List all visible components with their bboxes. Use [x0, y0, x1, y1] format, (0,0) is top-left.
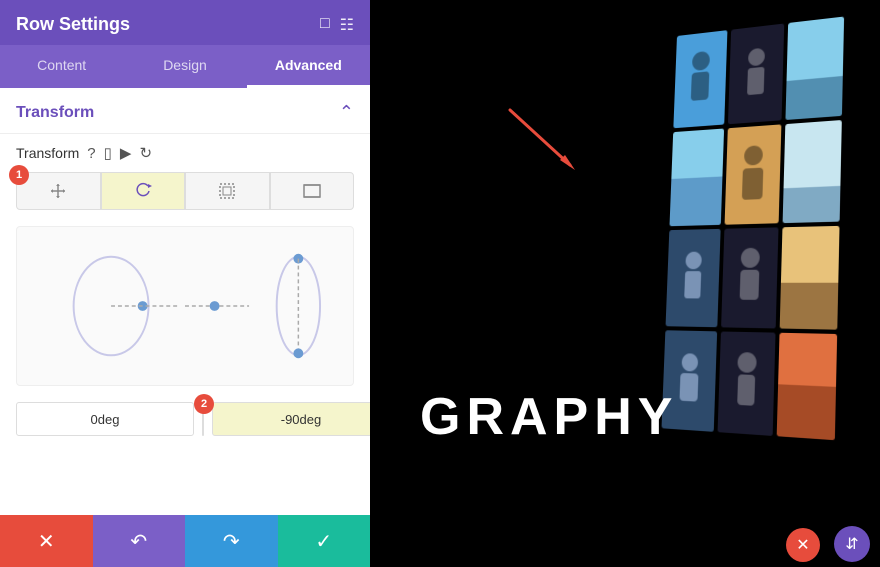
help-icon[interactable]: ?: [87, 145, 95, 162]
panel-content: Transform ⌃ Transform ? ▯ ▶ ↻ 1: [0, 88, 370, 515]
expand-icon[interactable]: □: [320, 15, 330, 35]
badge-2: 2: [194, 394, 214, 414]
scale-button[interactable]: [185, 172, 270, 210]
cancel-button[interactable]: ✕: [0, 515, 93, 567]
transform-label: Transform: [16, 145, 79, 161]
reset-icon[interactable]: ↻: [139, 144, 152, 162]
redo-icon: ↷: [223, 529, 240, 554]
undo-icon: ↶: [130, 529, 147, 554]
photo-cell: [666, 229, 721, 328]
photo-cell: [718, 331, 776, 436]
photo-cell: [669, 128, 724, 226]
panel-title: Row Settings: [16, 14, 130, 35]
resize-icon: ⇵: [845, 534, 858, 554]
photo-cell: [673, 30, 727, 128]
degree-input-y-wrapper: 2: [202, 402, 204, 436]
red-arrow: [490, 100, 590, 185]
badge-1: 1: [9, 165, 29, 185]
degree-input-z[interactable]: [212, 402, 370, 436]
skew-button[interactable]: [270, 172, 355, 210]
header-icons: □ ☷: [320, 15, 354, 35]
photo-cell: [783, 120, 842, 223]
section-title: Transform: [16, 104, 94, 122]
settings-panel: Row Settings □ ☷ Content Design Advanced…: [0, 0, 370, 567]
right-area: GRAPHY: [370, 0, 880, 567]
tab-design[interactable]: Design: [123, 45, 246, 88]
save-button[interactable]: ✓: [278, 515, 371, 567]
photo-grid: [662, 16, 853, 441]
photo-cell: [780, 226, 840, 330]
section-transform: Transform ⌃: [0, 88, 370, 134]
panel-tabs: Content Design Advanced: [0, 45, 370, 88]
degree-input-x[interactable]: [16, 402, 194, 436]
tab-advanced[interactable]: Advanced: [247, 45, 370, 88]
section-collapse-icon[interactable]: ⌃: [339, 102, 354, 123]
graphy-text: GRAPHY: [420, 387, 678, 447]
transform-visual: [16, 226, 354, 386]
transform-controls: Transform ? ▯ ▶ ↻: [0, 134, 370, 168]
rotate-button[interactable]: [101, 172, 186, 210]
check-icon: ✓: [315, 529, 332, 554]
panel-header: Row Settings □ ☷: [0, 0, 370, 45]
close-icon: ✕: [796, 535, 809, 555]
columns-icon[interactable]: ☷: [340, 15, 354, 35]
transform-buttons: 1: [0, 168, 370, 218]
redo-button[interactable]: ↷: [185, 515, 278, 567]
desktop-icon[interactable]: ▯: [104, 144, 112, 162]
cursor-icon[interactable]: ▶: [120, 144, 132, 162]
cancel-icon: ✕: [38, 529, 55, 554]
close-floating-button[interactable]: ✕: [786, 528, 820, 562]
photo-cell: [721, 227, 779, 328]
photo-cell: [728, 23, 784, 124]
photo-grid-container: [660, 20, 860, 547]
degree-inputs: 2: [0, 394, 370, 446]
photo-cell: [785, 16, 844, 120]
photo-cell: [777, 333, 838, 441]
resize-handle-icon[interactable]: ⇵: [834, 526, 870, 562]
undo-button[interactable]: ↶: [93, 515, 186, 567]
translate-button[interactable]: 1: [16, 172, 101, 210]
panel-footer: ✕ ↶ ↷ ✓: [0, 515, 370, 567]
tab-content[interactable]: Content: [0, 45, 123, 88]
photo-cell: [725, 124, 782, 224]
